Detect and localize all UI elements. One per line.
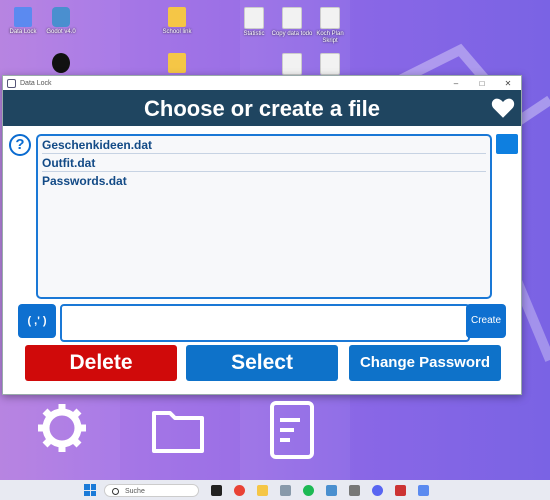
window-titlebar[interactable]: Data Lock – □ ✕ xyxy=(3,76,521,90)
file-list[interactable]: Geschenkideen.dat Outfit.dat Passwords.d… xyxy=(36,134,492,299)
search-icon xyxy=(112,487,119,495)
help-button[interactable]: ? xyxy=(9,134,31,156)
document-icon xyxy=(320,7,340,29)
maximize-button[interactable]: □ xyxy=(469,79,495,88)
document-icon xyxy=(244,7,264,29)
select-button[interactable]: Select xyxy=(186,345,338,381)
document-icon xyxy=(320,53,340,75)
windows-start-icon[interactable] xyxy=(84,484,96,496)
create-button[interactable]: Create xyxy=(466,304,506,338)
desktop-icon-unreal[interactable] xyxy=(39,53,83,73)
desktop-icon-school-link[interactable]: School link xyxy=(155,7,199,36)
folder-button[interactable] xyxy=(496,134,518,154)
explorer-icon[interactable] xyxy=(257,484,268,496)
godot-icon xyxy=(52,7,70,27)
header-bar: Choose or create a file xyxy=(3,90,521,126)
app-icon[interactable] xyxy=(349,484,360,496)
chrome-icon[interactable] xyxy=(234,484,245,496)
lock-icon xyxy=(14,7,32,27)
window-title: Data Lock xyxy=(20,79,52,87)
app-icon xyxy=(7,78,16,88)
document-icon xyxy=(270,401,314,459)
photos-icon[interactable] xyxy=(280,484,291,496)
desktop-icon-godot[interactable]: Godot v4.0 xyxy=(39,7,83,36)
heart-icon[interactable] xyxy=(490,95,516,121)
desktop-icon-document[interactable] xyxy=(308,53,352,75)
list-item[interactable]: Passwords.dat xyxy=(42,172,486,189)
godot-icon[interactable] xyxy=(326,484,337,496)
folder-icon xyxy=(152,411,204,453)
list-item[interactable]: Outfit.dat xyxy=(42,154,486,172)
minimize-button[interactable]: – xyxy=(443,79,469,88)
desktop-icon-koch-plan[interactable]: Koch Plan Skript xyxy=(308,7,352,45)
page-title: Choose or create a file xyxy=(144,96,380,121)
lock-icon[interactable] xyxy=(418,484,429,496)
close-button[interactable]: ✕ xyxy=(495,79,521,88)
desktop-icon-folder[interactable] xyxy=(155,53,199,73)
app-icon[interactable] xyxy=(395,484,406,496)
taskbar: Suche xyxy=(0,480,550,500)
discord-icon[interactable] xyxy=(372,484,383,496)
generate-button[interactable]: ( ,' ) xyxy=(18,304,56,338)
folder-icon xyxy=(168,7,186,27)
filename-input[interactable] xyxy=(60,304,470,342)
data-lock-window: Data Lock – □ ✕ Choose or create a file … xyxy=(2,75,522,395)
document-icon xyxy=(282,53,302,75)
spotify-icon[interactable] xyxy=(303,484,314,496)
gear-icon xyxy=(38,404,86,452)
list-item[interactable]: Geschenkideen.dat xyxy=(42,136,486,154)
folder-icon xyxy=(168,53,186,73)
change-password-button[interactable]: Change Password xyxy=(349,345,501,381)
unreal-icon xyxy=(52,53,70,73)
task-view-icon[interactable] xyxy=(211,484,222,496)
taskbar-search[interactable]: Suche xyxy=(104,483,199,497)
delete-button[interactable]: Delete xyxy=(25,345,177,381)
document-icon xyxy=(282,7,302,29)
